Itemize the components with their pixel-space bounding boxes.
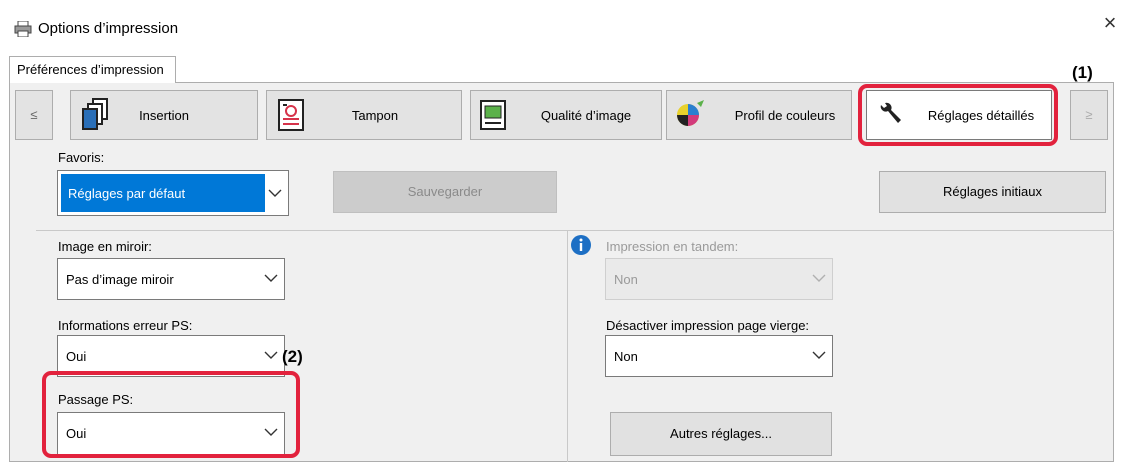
strip-next-button[interactable]: ≥	[1070, 90, 1108, 140]
favorites-label: Favoris:	[58, 150, 105, 165]
chevron-down-icon	[812, 351, 826, 359]
tab-print-preferences[interactable]: Préférences d’impression	[9, 56, 176, 83]
strip-item-tampon[interactable]: Tampon	[266, 90, 462, 140]
chevron-down-icon	[264, 351, 278, 359]
blank-page-label: Désactiver impression page vierge:	[606, 318, 810, 333]
ps-error-label: Informations erreur PS:	[58, 318, 193, 333]
other-settings-button[interactable]: Autres réglages...	[610, 412, 832, 456]
mirror-value: Pas d’image miroir	[66, 272, 174, 287]
tandem-value: Non	[614, 272, 638, 287]
reset-button[interactable]: Réglages initiaux	[879, 171, 1106, 213]
section-divider	[36, 230, 1114, 231]
callout-2: (2)	[282, 347, 303, 366]
chevron-down-icon	[268, 189, 282, 197]
strip-item-label: Tampon	[351, 108, 399, 123]
tandem-label: Impression en tandem:	[606, 239, 739, 254]
chevron-down-icon	[264, 274, 278, 282]
callout-1: (1)	[1072, 63, 1093, 82]
info-icon	[571, 235, 591, 255]
save-button[interactable]: Sauvegarder	[333, 171, 557, 213]
column-divider	[567, 231, 568, 462]
favorites-value: Réglages par défaut	[68, 186, 186, 201]
strip-item-label: Insertion	[139, 108, 189, 123]
blank-page-select[interactable]: Non	[605, 335, 833, 377]
favorites-select[interactable]: Réglages par défaut	[57, 170, 289, 216]
close-icon[interactable]: ×	[1099, 12, 1121, 35]
highlight-box-1	[858, 84, 1058, 146]
mirror-label: Image en miroir:	[58, 239, 152, 254]
ps-error-value: Oui	[66, 349, 87, 364]
strip-item-image-quality[interactable]: Qualité d’image	[470, 90, 662, 140]
tab-label: Préférences d’impression	[17, 62, 164, 77]
strip-item-label: Qualité d’image	[540, 108, 632, 123]
mirror-select[interactable]: Pas d’image miroir	[57, 258, 285, 300]
printer-icon	[14, 21, 32, 37]
tandem-select[interactable]: Non	[605, 258, 833, 300]
strip-item-color-profile[interactable]: Profil de couleurs	[666, 90, 852, 140]
color-profile-icon	[677, 100, 704, 126]
highlight-box-2	[42, 371, 300, 458]
strip-item-label: Profil de couleurs	[734, 108, 836, 123]
image-quality-icon	[480, 100, 506, 130]
window-title: Options d’impression	[38, 20, 179, 37]
strip-item-insertion[interactable]: Insertion	[70, 90, 258, 140]
chevron-down-icon	[812, 274, 826, 282]
strip-prev-button[interactable]: ≤	[15, 90, 53, 140]
blank-page-value: Non	[614, 349, 638, 364]
